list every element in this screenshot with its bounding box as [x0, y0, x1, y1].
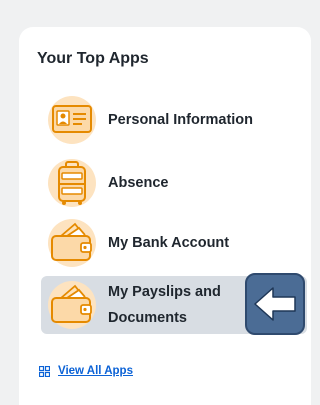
top-apps-card: Your Top Apps Personal Information Absen…: [19, 27, 311, 405]
suitcase-icon: [48, 159, 96, 207]
app-personal-information[interactable]: Personal Information: [41, 92, 307, 148]
back-arrow-button[interactable]: [245, 273, 305, 335]
view-all-apps-label: View All Apps: [58, 365, 133, 377]
app-label: Absence: [108, 175, 169, 191]
app-label-line1: My Payslips and: [108, 284, 221, 300]
id-card-icon: [48, 96, 96, 144]
view-all-apps-link[interactable]: View All Apps: [39, 365, 133, 377]
left-arrow-icon: [254, 287, 296, 321]
app-absence[interactable]: Absence: [41, 155, 307, 211]
app-label: My Bank Account: [108, 235, 230, 251]
app-label: Personal Information: [108, 112, 254, 128]
wallet-icon: [48, 281, 96, 329]
wallet-icon: [48, 219, 96, 267]
grid-icon: [39, 365, 50, 377]
app-my-bank-account[interactable]: My Bank Account: [41, 215, 307, 271]
app-label-line2: Documents: [108, 310, 187, 326]
card-title: Your Top Apps: [37, 50, 149, 67]
